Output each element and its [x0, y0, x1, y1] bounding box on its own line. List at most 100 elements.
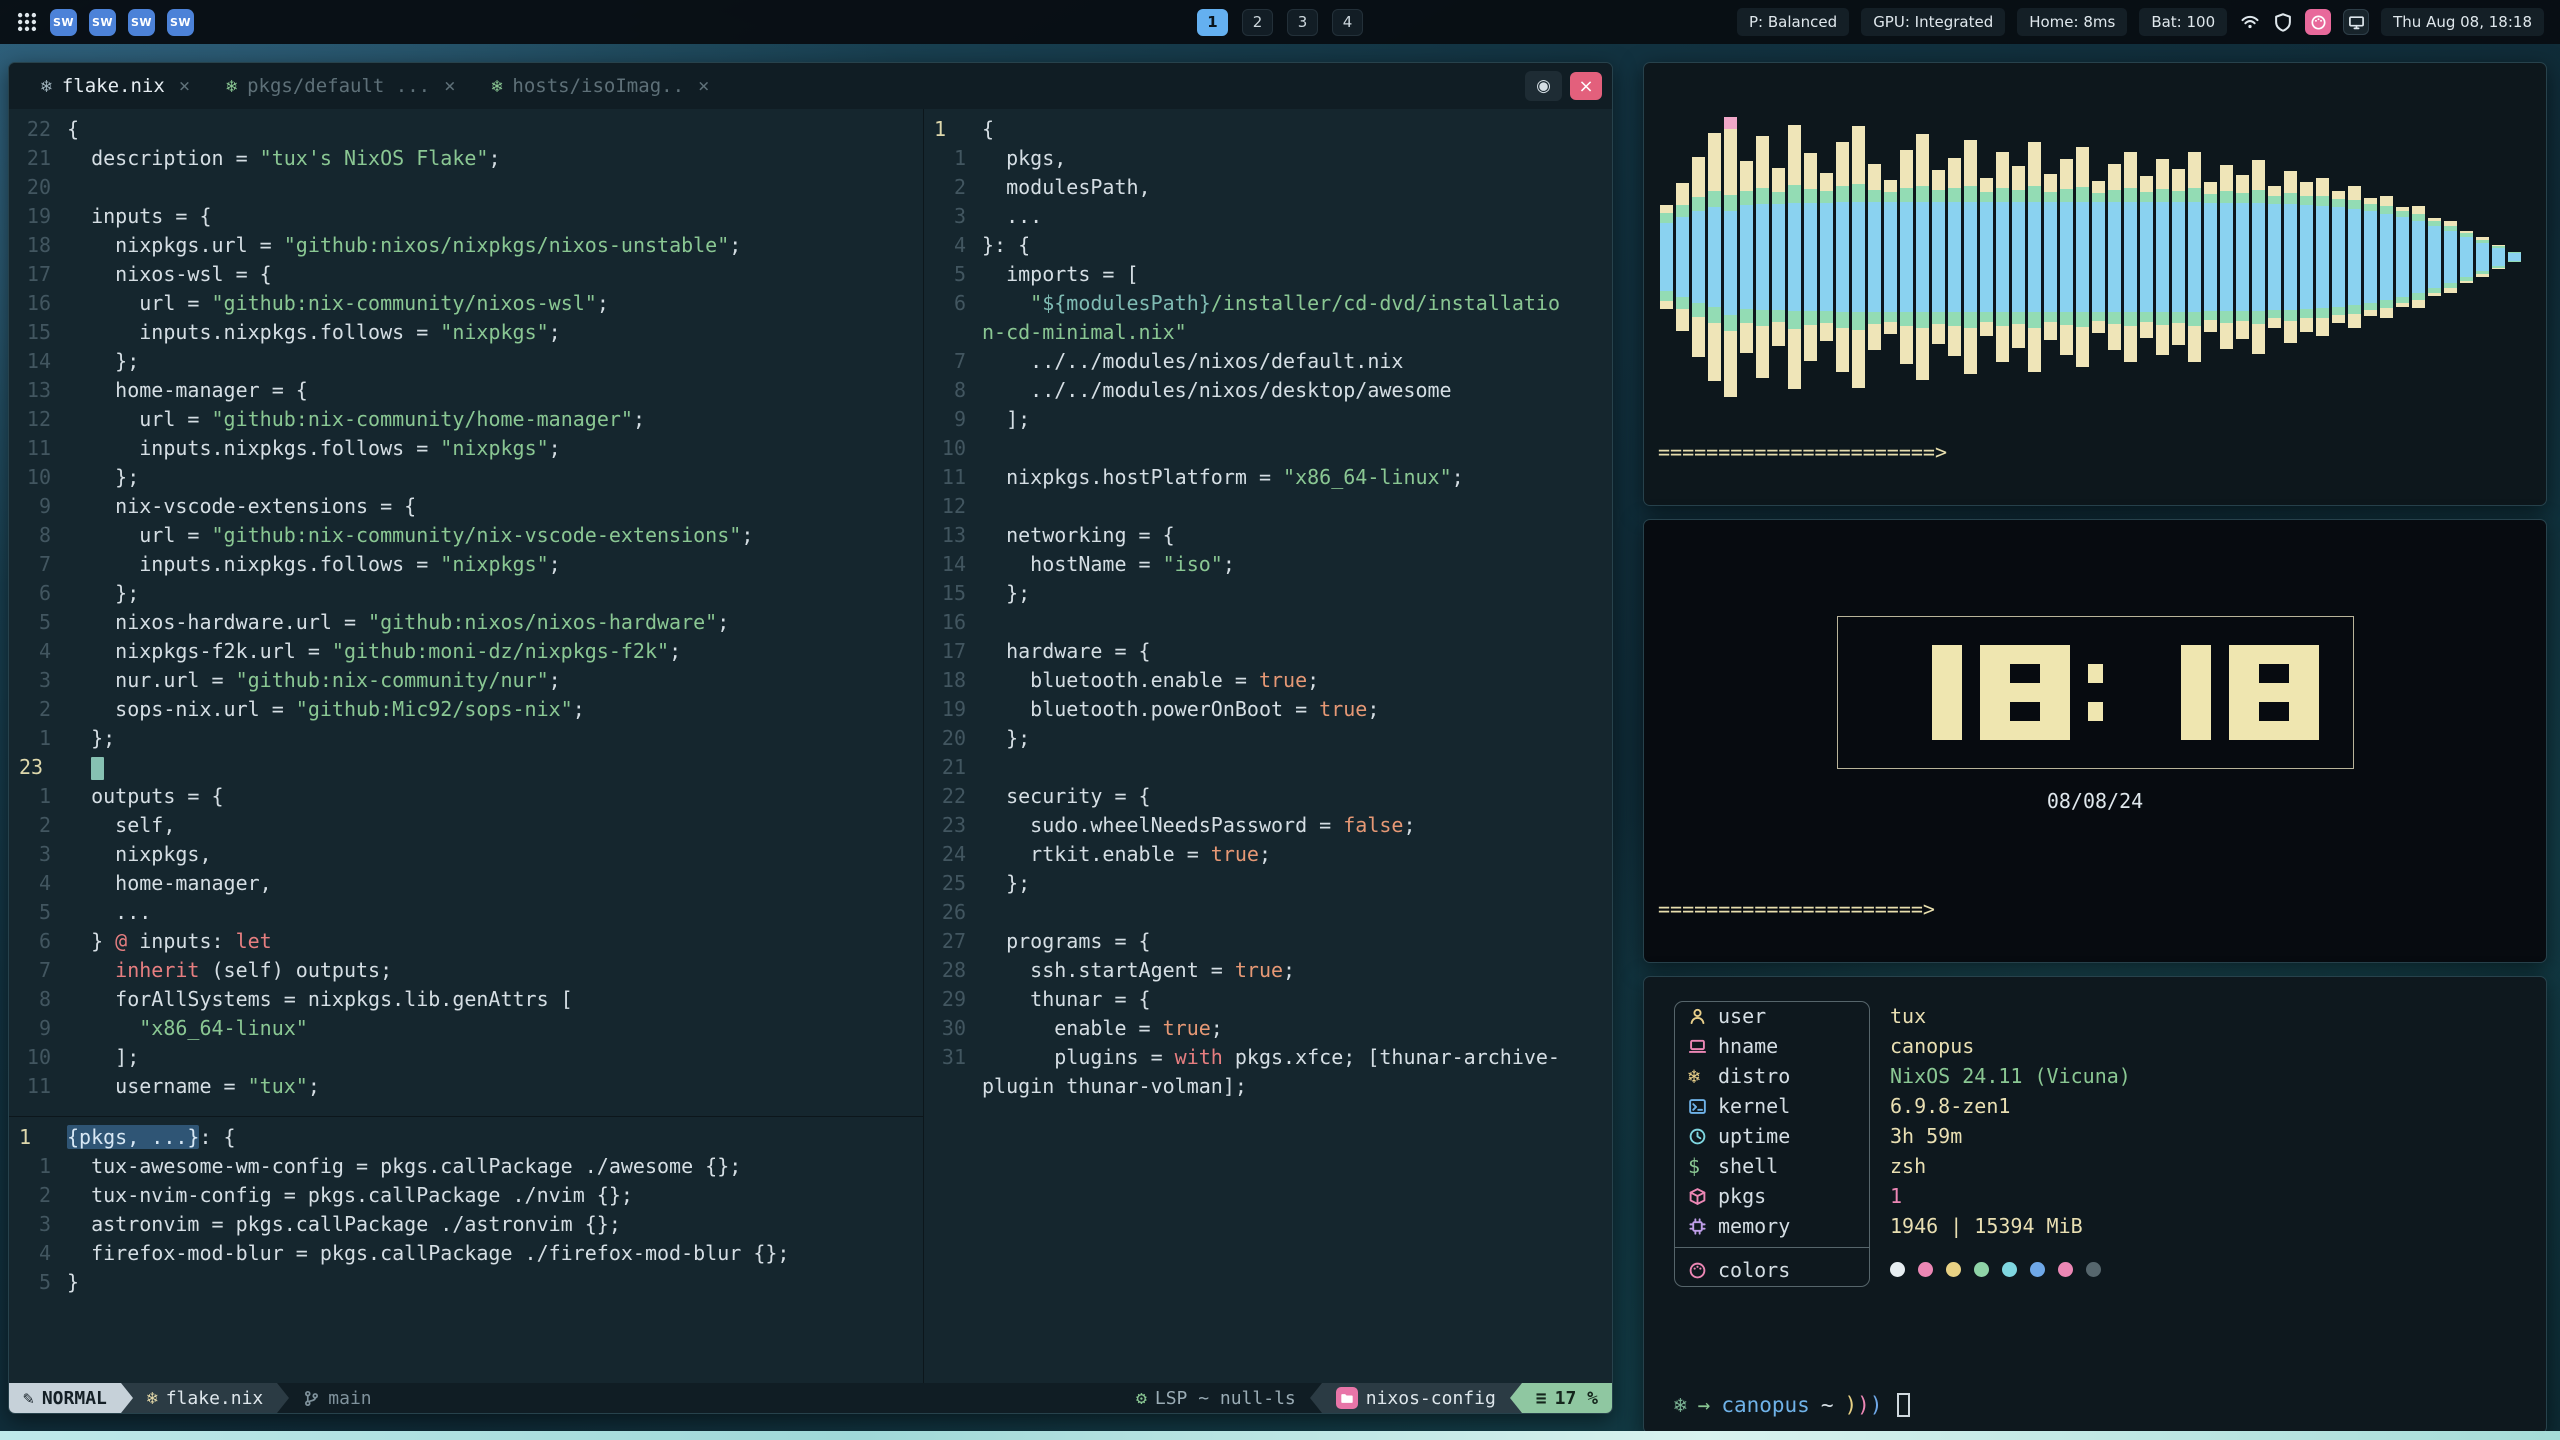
- clock-terminal-window[interactable]: 08/08/24 ======================> Playing…: [1643, 519, 2547, 963]
- tab-close-icon[interactable]: ×: [444, 75, 455, 97]
- code-line: 6 } @ inputs: let: [9, 927, 923, 956]
- palette-dot: [1918, 1262, 1933, 1277]
- fetch-row-colors: colors: [1674, 1253, 2514, 1287]
- tab-pkgs-default[interactable]: ❄ pkgs/default ... ×: [208, 63, 473, 109]
- workspace-tag-4[interactable]: 4: [1332, 9, 1363, 36]
- pane-flake-nix[interactable]: 22{21 description = "tux's NixOS Flake";…: [9, 109, 923, 1116]
- tab-close-icon[interactable]: ×: [179, 75, 190, 97]
- user-icon: [1688, 1007, 1718, 1026]
- clock-widget[interactable]: Thu Aug 08, 18:18: [2381, 8, 2544, 36]
- workspace-tag-2[interactable]: 2: [1242, 9, 1273, 36]
- code-line: 16 url = "github:nix-community/nixos-wsl…: [9, 289, 923, 318]
- line-number: 6: [924, 289, 982, 318]
- line-number: 16: [9, 289, 67, 318]
- line-number: 1: [9, 724, 67, 753]
- code-line: 25 };: [924, 869, 1612, 898]
- statusline-filename: ❄ flake.nix: [133, 1383, 277, 1413]
- fetch-value: tux: [1890, 1004, 1926, 1028]
- line-number: 20: [924, 724, 982, 753]
- visualizer-column: [1916, 134, 1929, 380]
- clock-icon: [1688, 1127, 1718, 1146]
- editor-window[interactable]: ❄ flake.nix × ❄ pkgs/default ... × ❄ hos…: [8, 62, 1613, 1414]
- line-number: 9: [924, 405, 982, 434]
- line-number: 10: [924, 434, 982, 463]
- ping-status: Home: 8ms: [2017, 8, 2127, 36]
- visualizer-column: [2444, 221, 2457, 293]
- code-line: 7 inherit (self) outputs;: [9, 956, 923, 985]
- line-number: 6: [9, 927, 67, 956]
- code-line: 16: [924, 608, 1612, 637]
- code-line: 22 security = {: [924, 782, 1612, 811]
- app-launcher-icon[interactable]: [16, 11, 38, 33]
- code-line: 20 };: [924, 724, 1612, 753]
- palette-icon[interactable]: [2305, 9, 2331, 35]
- code-line: 28 ssh.startAgent = true;: [924, 956, 1612, 985]
- fetch-row-distro: ❄distroNixOS 24.11 (Vicuna): [1674, 1061, 2514, 1091]
- tab-close-icon[interactable]: ×: [698, 75, 709, 97]
- line-number: 15: [9, 318, 67, 347]
- line-number: 30: [924, 1014, 982, 1043]
- fetch-value: 1946 | 15394 MiB: [1890, 1214, 2083, 1238]
- window-close-button[interactable]: ×: [1570, 72, 1602, 100]
- code-line: 7 inputs.nixpkgs.follows = "nixpkgs";: [9, 550, 923, 579]
- audio-visualizer: [1658, 75, 2532, 439]
- shell-prompt[interactable]: ❄ → canopus ~ ))): [1674, 1393, 1910, 1417]
- now-playing-line: Playing: d (coffee for your head) ** ♪ b…: [1658, 923, 2532, 950]
- workspace-tag-1[interactable]: 1: [1197, 9, 1228, 36]
- visualizer-column: [2028, 142, 2041, 372]
- terminal-cursor: [1897, 1393, 1910, 1417]
- taskbar-app-icon[interactable]: SW: [167, 9, 194, 36]
- line-number: 23: [9, 753, 67, 782]
- code-line: 22{: [9, 115, 923, 144]
- clock-digit: [2088, 645, 2103, 740]
- window-toggle-button[interactable]: ◉: [1525, 71, 1562, 101]
- visualizer-column: [2284, 171, 2297, 343]
- line-number: 11: [9, 1072, 67, 1101]
- visualizer-column: [1900, 150, 1913, 364]
- tab-hosts-isoimage[interactable]: ❄ hosts/isoImag.. ×: [474, 63, 728, 109]
- display-icon[interactable]: [2343, 9, 2369, 35]
- fetch-terminal-window[interactable]: usertuxhnamecanopus❄distroNixOS 24.11 (V…: [1643, 976, 2547, 1434]
- palette-dot: [2086, 1262, 2101, 1277]
- network-icon[interactable]: [2239, 12, 2260, 33]
- visualizer-column: [2332, 191, 2345, 323]
- line-number: 12: [9, 405, 67, 434]
- line-number: 4: [9, 869, 67, 898]
- fetch-value: zsh: [1890, 1154, 1926, 1178]
- visualizer-column: [2364, 198, 2377, 316]
- pane-iso-image[interactable]: 1{1 pkgs,2 modulesPath,3 ...4}: {5 impor…: [923, 109, 1612, 1383]
- tab-label: hosts/isoImag..: [512, 75, 684, 97]
- code-line: 10: [924, 434, 1612, 463]
- tty-clock: 08/08/24: [1658, 532, 2532, 896]
- visualizer-column: [2060, 159, 2073, 355]
- line-number: 11: [924, 463, 982, 492]
- code-line: 21 description = "tux's NixOS Flake";: [9, 144, 923, 173]
- line-number: 3: [924, 202, 982, 231]
- visualizer-column: [1708, 133, 1721, 381]
- code-line: 2 tux-nvim-config = pkgs.callPackage ./n…: [9, 1181, 923, 1210]
- visualizer-terminal-window[interactable]: =======================> Playing: ffee f…: [1643, 62, 2547, 506]
- taskbar-left: SW SW SW SW: [16, 9, 194, 36]
- shield-icon[interactable]: [2272, 12, 2293, 33]
- code-line: 11 username = "tux";: [9, 1072, 923, 1101]
- clock-digit: [2229, 645, 2319, 740]
- code-line: 18 nixpkgs.url = "github:nixos/nixpkgs/n…: [9, 231, 923, 260]
- line-number: 11: [9, 434, 67, 463]
- visualizer-column: [2220, 165, 2233, 349]
- powerline-separator: [277, 1383, 289, 1413]
- line-number: 24: [924, 840, 982, 869]
- taskbar-app-icon[interactable]: SW: [50, 9, 77, 36]
- tab-flake-nix[interactable]: ❄ flake.nix ×: [23, 63, 208, 109]
- line-number: 3: [9, 1210, 67, 1239]
- taskbar-app-icon[interactable]: SW: [89, 9, 116, 36]
- workspace-tag-3[interactable]: 3: [1287, 9, 1318, 36]
- taskbar-app-icon[interactable]: SW: [128, 9, 155, 36]
- visualizer-column: [2236, 175, 2249, 339]
- line-number: 4: [9, 1239, 67, 1268]
- fetch-value: 6.9.8-zen1: [1890, 1094, 2010, 1118]
- pane-pkgs-default[interactable]: 1{pkgs, ...}: {1 tux-awesome-wm-config =…: [9, 1116, 923, 1383]
- fetch-row-memory: memory1946 | 15394 MiB: [1674, 1211, 2514, 1241]
- line-number: 12: [924, 492, 982, 521]
- powerline-separator: [1510, 1383, 1522, 1413]
- lsp-status: ⚙ LSP ~ null-ls: [1122, 1383, 1310, 1413]
